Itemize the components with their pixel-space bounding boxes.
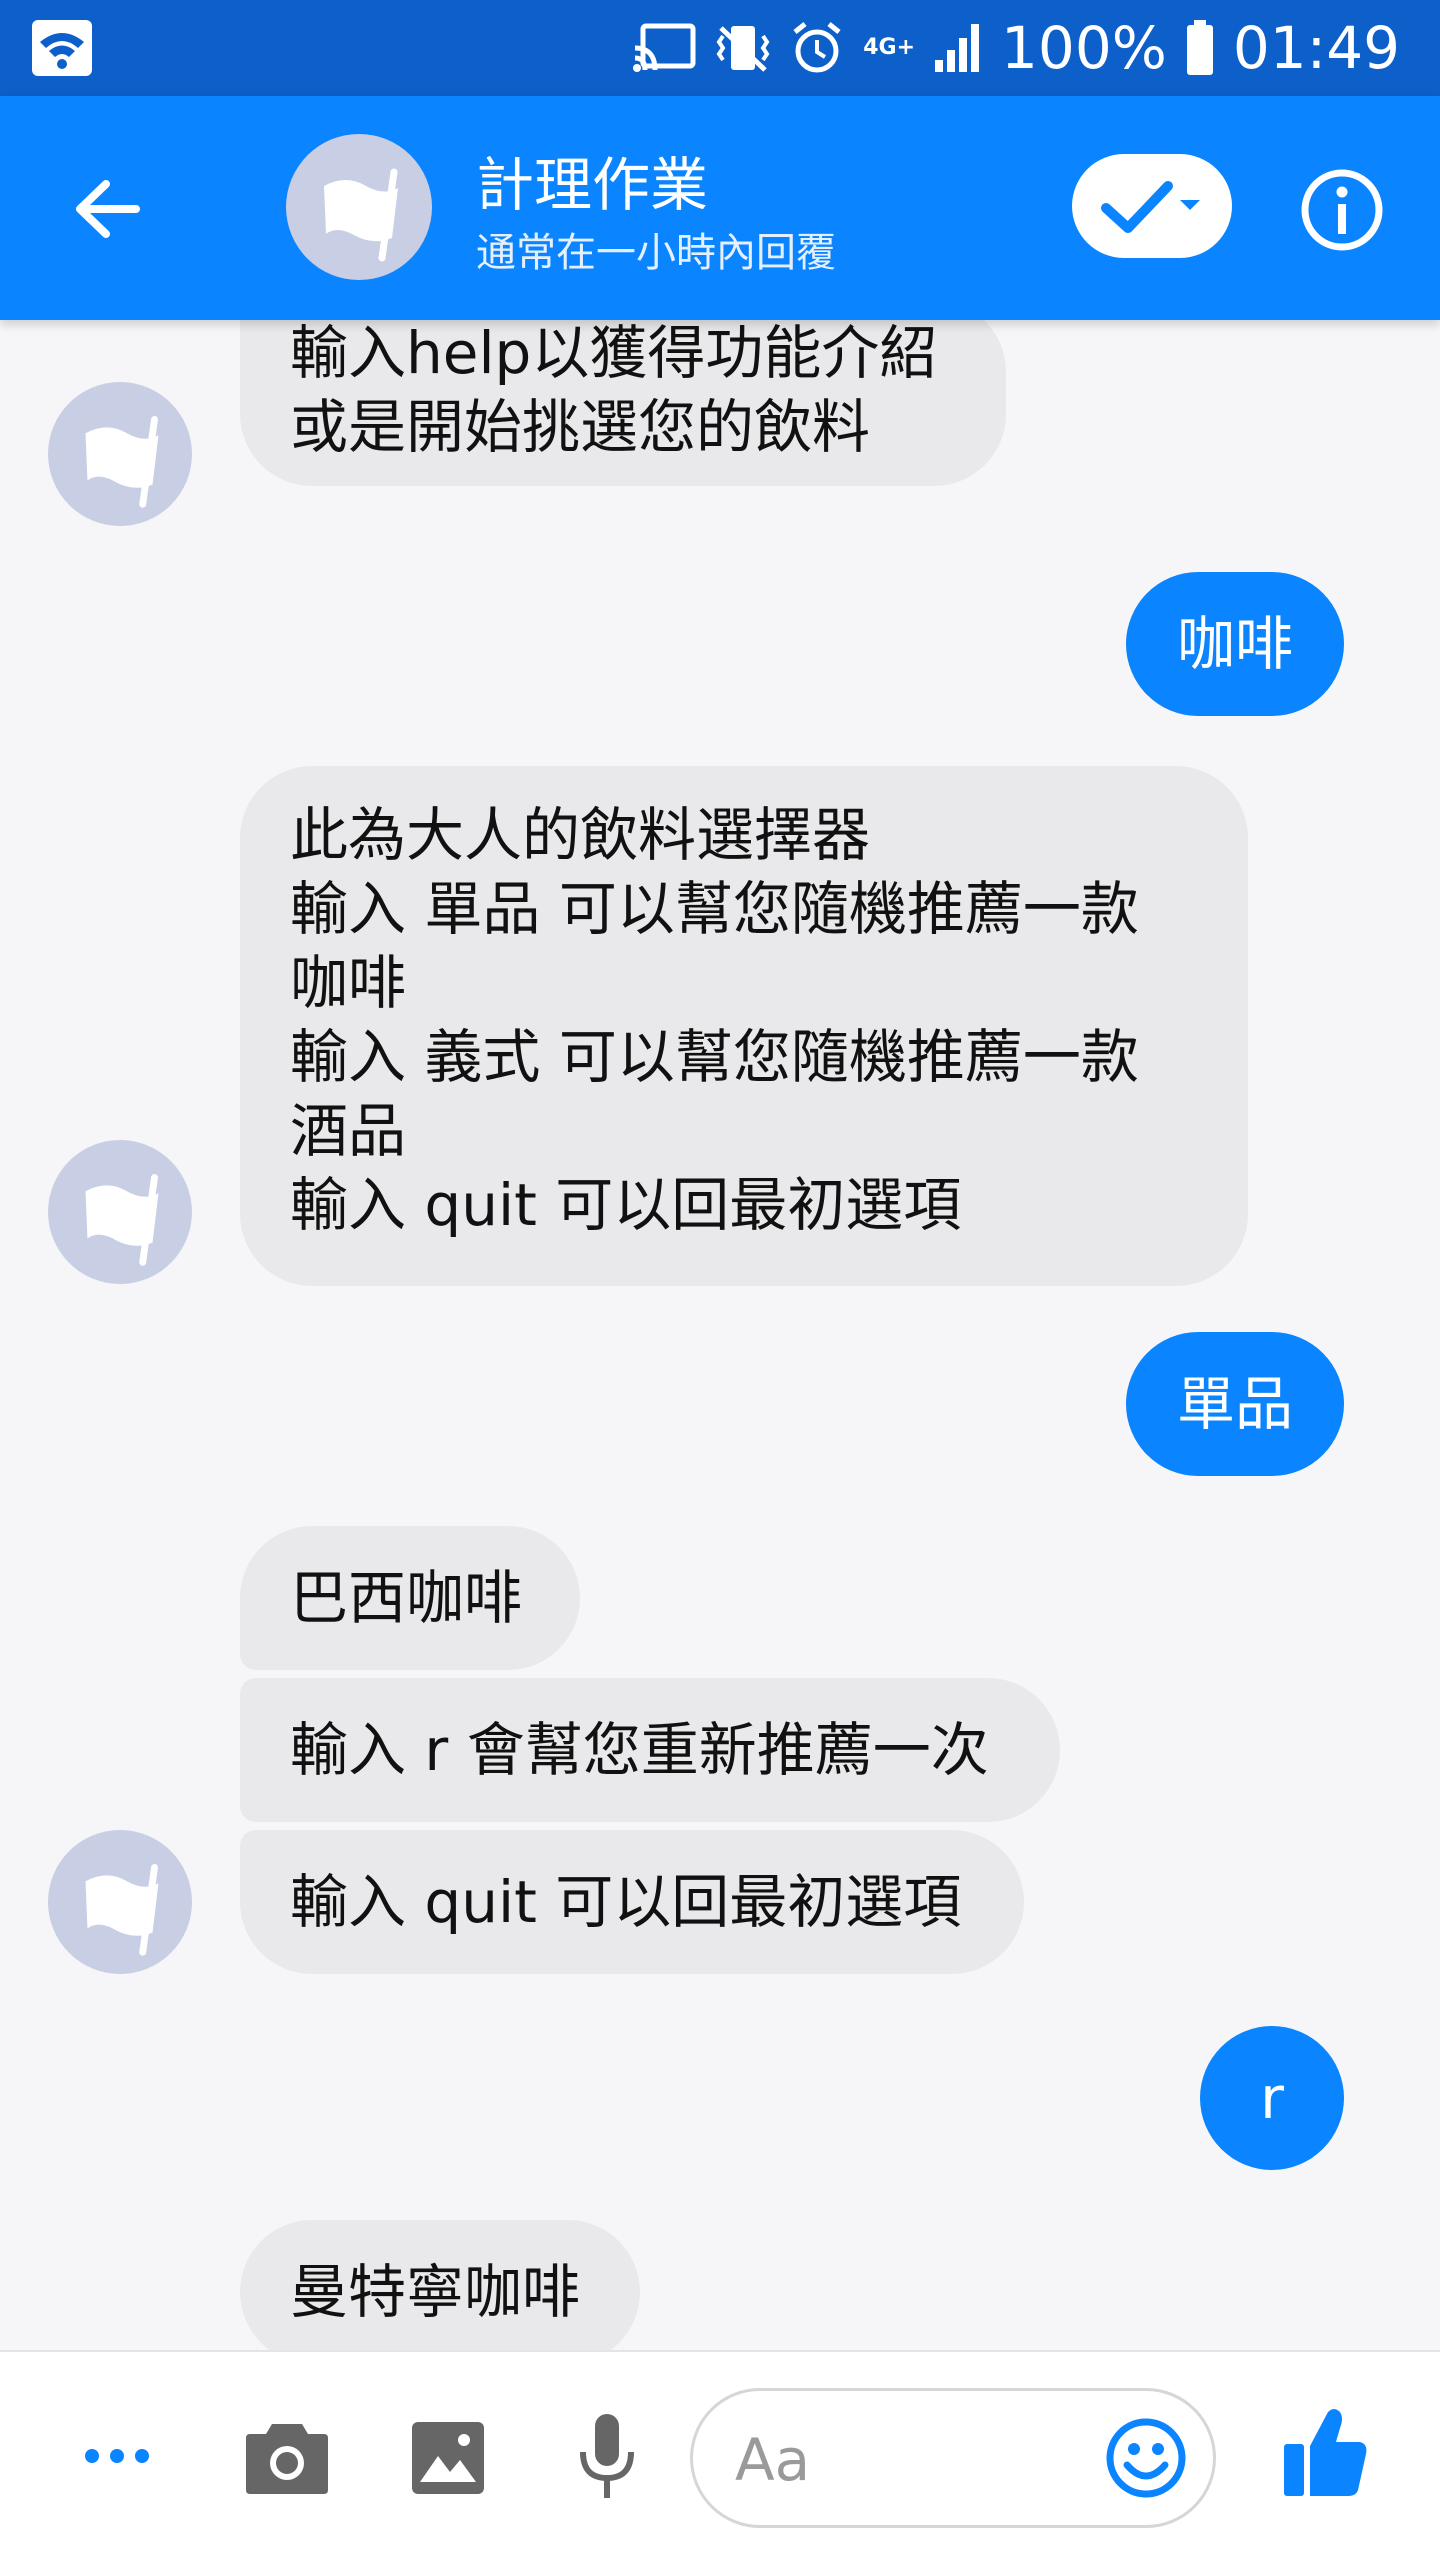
incoming-message[interactable]: 輸入 quit 可以回最初選項	[240, 1830, 1024, 1974]
incoming-message[interactable]: 此為大人的飲料選擇器 輸入 單品 可以幫您隨機推薦一款 咖啡 輸入 義式 可以幫…	[240, 766, 1248, 1286]
page-title: 計理作業	[476, 151, 709, 219]
battery-icon	[1185, 20, 1215, 76]
incoming-message[interactable]: 巴西咖啡	[240, 1526, 580, 1670]
message-composer[interactable]	[690, 2388, 1216, 2528]
signal-icon	[933, 22, 983, 74]
outgoing-message[interactable]: r	[1200, 2026, 1344, 2170]
status-bar: 4G+ 100% 01:49	[0, 0, 1440, 96]
flag-icon	[324, 168, 398, 262]
vibrate-icon	[715, 20, 771, 76]
more-icon[interactable]	[82, 2428, 152, 2488]
flag-icon	[85, 1174, 159, 1266]
wifi-icon	[32, 20, 92, 76]
composer-bar	[0, 2350, 1440, 2562]
image-icon[interactable]	[410, 2420, 486, 2500]
avatar[interactable]	[48, 1830, 192, 1974]
incoming-message[interactable]: 輸入 r 會幫您重新推薦一次	[240, 1678, 1060, 1822]
outgoing-message[interactable]: 單品	[1126, 1332, 1344, 1476]
incoming-message[interactable]: 曼特寧咖啡	[240, 2220, 640, 2350]
battery-percent: 100%	[1001, 14, 1167, 82]
flag-icon	[85, 1864, 159, 1956]
back-arrow-icon[interactable]	[66, 166, 152, 252]
info-icon[interactable]	[1298, 166, 1386, 254]
thumbs-up-icon[interactable]	[1280, 2404, 1370, 2504]
avatar[interactable]	[48, 382, 192, 526]
camera-icon[interactable]	[244, 2418, 330, 2500]
microphone-icon[interactable]	[576, 2412, 638, 2506]
message-input[interactable]	[733, 2417, 1057, 2503]
emoji-icon[interactable]	[1103, 2415, 1189, 2505]
done-button[interactable]	[1072, 154, 1232, 258]
conversation-header: 計理作業 通常在一小時內回覆	[0, 96, 1440, 320]
avatar[interactable]	[286, 134, 432, 280]
flag-icon	[85, 416, 159, 508]
clock: 01:49	[1232, 14, 1400, 82]
checkmark-icon	[1101, 181, 1200, 233]
incoming-message[interactable]: 輸入help以獲得功能介紹 或是開始挑選您的飲料	[240, 320, 1006, 486]
avatar[interactable]	[48, 1140, 192, 1284]
alarm-icon	[789, 20, 845, 76]
response-time-subtitle: 通常在一小時內回覆	[476, 230, 836, 276]
message-list[interactable]: 輸入help以獲得功能介紹 或是開始挑選您的飲料 咖啡 此為大人的飲料選擇器 輸…	[0, 320, 1440, 2350]
outgoing-message[interactable]: 咖啡	[1126, 572, 1344, 716]
cast-icon	[633, 22, 697, 74]
network-type: 4G+	[863, 35, 916, 60]
